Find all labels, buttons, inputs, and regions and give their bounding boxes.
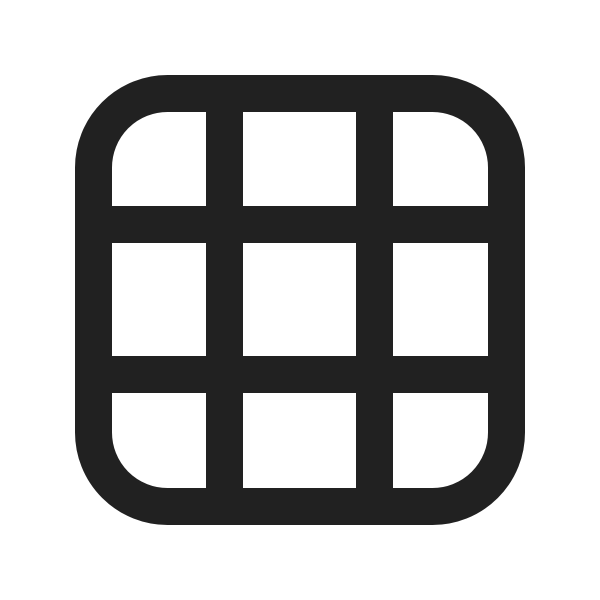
- grid-icon-svg: [75, 75, 525, 525]
- icon-canvas: [0, 0, 600, 600]
- grid-divider-vertical-right: [356, 93, 393, 507]
- grid-divider-horizontal-bottom: [93, 356, 507, 393]
- grid-frame: [75, 75, 525, 525]
- grid-3x3-icon: [0, 0, 600, 600]
- grid-divider-horizontal-top: [93, 206, 507, 243]
- grid-divider-vertical-left: [206, 93, 243, 507]
